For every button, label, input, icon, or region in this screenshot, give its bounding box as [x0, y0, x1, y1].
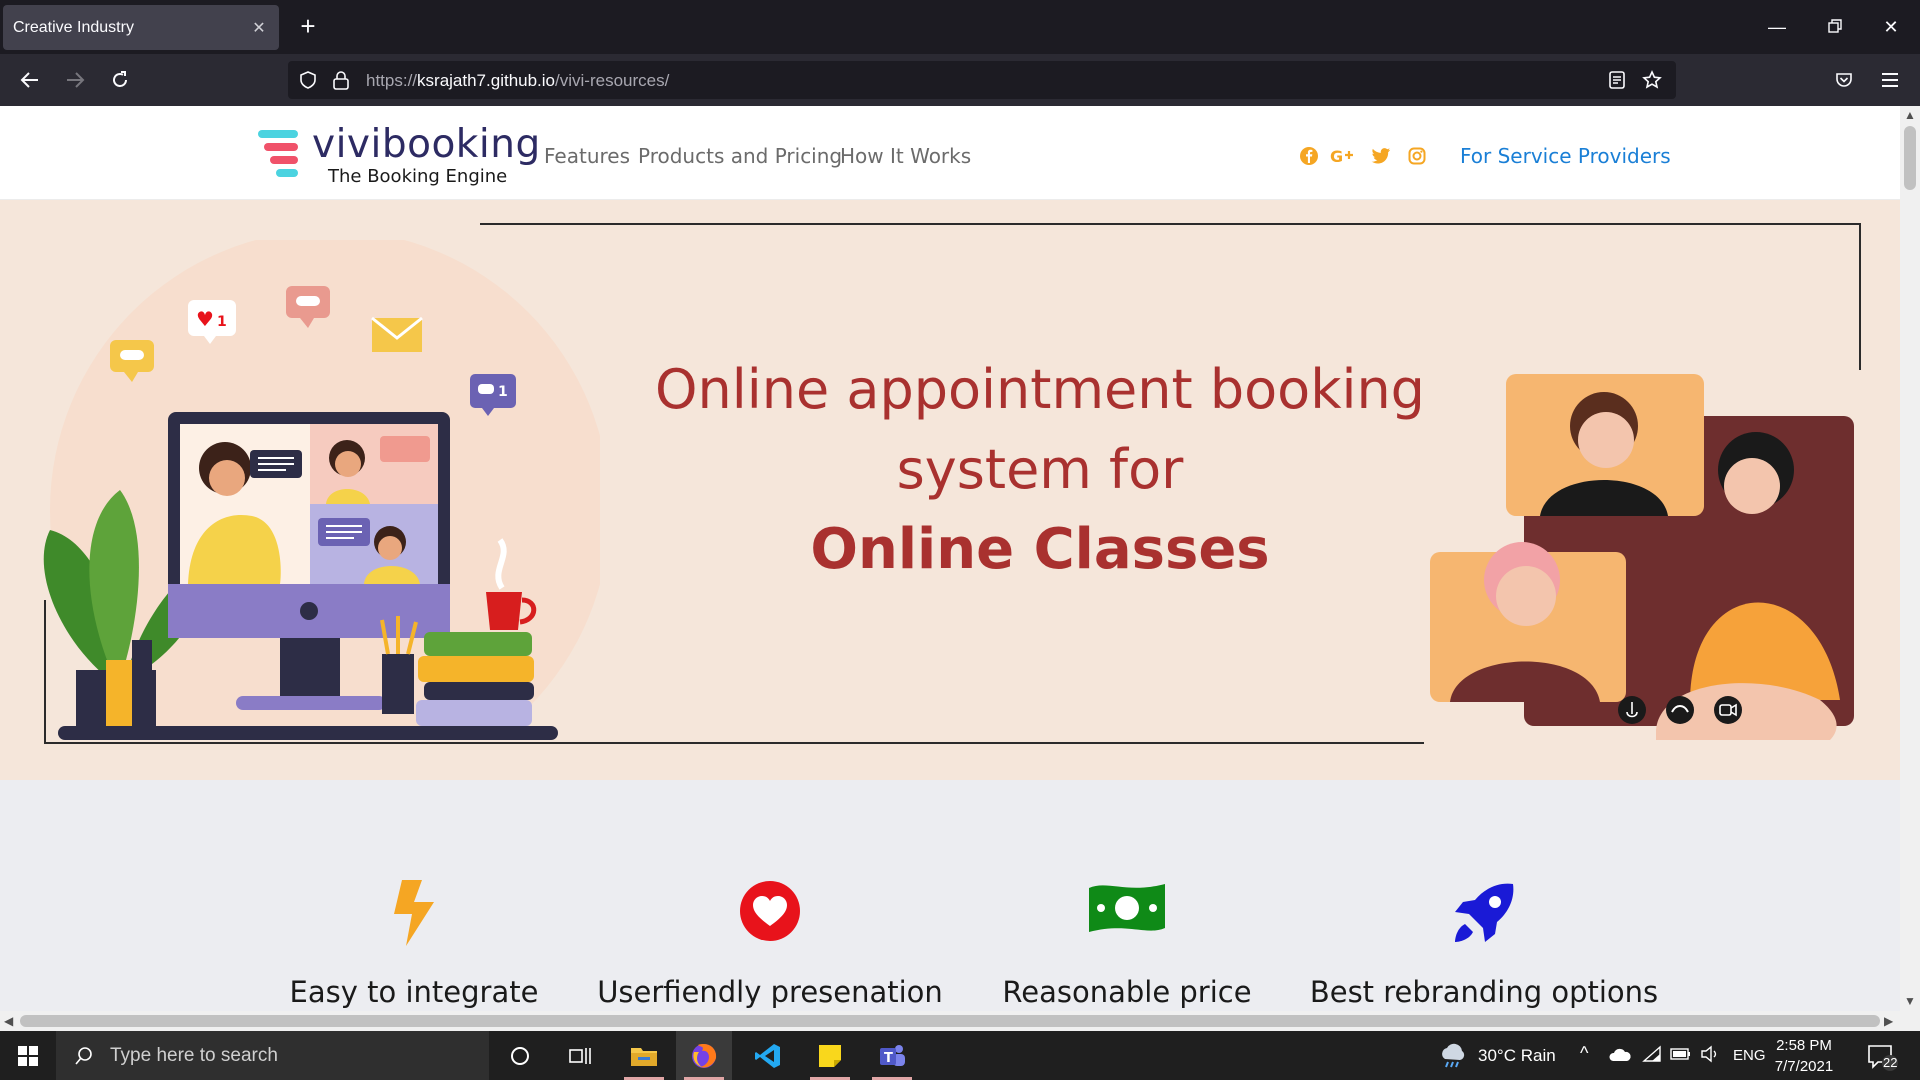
logo-stripes-icon: [258, 130, 298, 177]
scroll-corner: [1900, 1011, 1920, 1031]
hero-line-2: system for: [896, 438, 1184, 501]
clock-date: 7/7/2021: [1774, 1058, 1834, 1075]
start-button[interactable]: [0, 1031, 56, 1080]
volume-icon[interactable]: [1700, 1045, 1720, 1068]
weather-icon[interactable]: [1438, 1043, 1466, 1074]
heart-icon: [739, 880, 801, 947]
page-viewport: vivibooking The Booking Engine Features …: [0, 106, 1920, 1031]
vscode-icon[interactable]: [740, 1031, 796, 1080]
windows-logo-icon: [18, 1045, 38, 1066]
hero-line-1: Online appointment booking: [655, 358, 1425, 421]
browser-toolbar: https://ksrajath7.github.io/vivi-resourc…: [0, 54, 1920, 106]
video-call-illustration: [1430, 374, 1854, 740]
back-button[interactable]: [12, 62, 48, 98]
svg-text:1: 1: [217, 314, 227, 330]
url-scheme: https://: [366, 71, 418, 90]
feature-rebranding: Best rebranding options: [1309, 975, 1659, 1009]
brand-name: vivibooking: [312, 122, 541, 167]
url-path: /vivi-resources/: [555, 71, 670, 90]
minimize-button[interactable]: —: [1752, 8, 1802, 46]
vertical-scrollbar[interactable]: ▲ ▼: [1900, 106, 1920, 1011]
hero-line-3: Online Classes: [810, 517, 1270, 582]
svg-text:1: 1: [498, 384, 508, 400]
scroll-down-icon[interactable]: ▼: [1904, 994, 1916, 1008]
tab-close-icon[interactable]: ✕: [249, 18, 269, 38]
sticky-notes-icon[interactable]: [802, 1031, 858, 1080]
instagram-icon[interactable]: [1404, 143, 1430, 169]
task-view-icon[interactable]: [552, 1031, 608, 1080]
pocket-icon[interactable]: [1826, 62, 1862, 98]
menu-icon[interactable]: [1872, 62, 1908, 98]
reader-view-icon[interactable]: [1608, 70, 1626, 95]
feature-userfriendly: Userfiendly presenation: [597, 975, 943, 1009]
brand-tagline: The Booking Engine: [328, 166, 508, 187]
shield-icon[interactable]: [298, 70, 318, 95]
wifi-icon[interactable]: [1642, 1045, 1662, 1068]
show-hidden-icons[interactable]: ^: [1580, 1043, 1588, 1064]
menu-item-products-pricing[interactable]: Products and Pricing: [638, 144, 842, 168]
notification-count: 22: [1883, 1055, 1898, 1070]
file-explorer-icon[interactable]: [616, 1031, 672, 1080]
scroll-right-icon[interactable]: ▶: [1884, 1014, 1893, 1028]
vertical-scroll-thumb[interactable]: [1904, 126, 1916, 190]
service-providers-link[interactable]: For Service Providers: [1460, 144, 1671, 168]
search-icon: [75, 1046, 92, 1065]
menu-item-how-it-works[interactable]: How It Works: [840, 144, 971, 168]
scroll-left-icon[interactable]: ◀: [4, 1014, 13, 1028]
browser-tab[interactable]: Creative Industry ✕: [3, 5, 279, 50]
facebook-icon[interactable]: [1296, 143, 1322, 169]
feature-reasonable-price: Reasonable price: [1002, 975, 1252, 1009]
windows-taskbar: Type here to search T 30°C Rain ^ ENG 2:…: [0, 1031, 1920, 1080]
firefox-icon[interactable]: [676, 1031, 732, 1080]
battery-icon[interactable]: [1670, 1047, 1692, 1066]
tab-title: Creative Industry: [13, 18, 134, 36]
search-placeholder: Type here to search: [110, 1044, 278, 1066]
online-class-illustration: ♥ 1 1: [43, 240, 600, 740]
svg-text:G: G: [1330, 147, 1343, 166]
rocket-icon: [1451, 880, 1517, 951]
clock-time: 2:58 PM: [1776, 1037, 1832, 1054]
hero-frame-line: [1859, 223, 1861, 370]
weather-text[interactable]: 30°C Rain: [1478, 1046, 1556, 1066]
hangup-icon: [1666, 696, 1694, 724]
feature-easy-integrate: Easy to integrate: [289, 975, 539, 1009]
scroll-up-icon[interactable]: ▲: [1904, 108, 1916, 122]
new-tab-button[interactable]: +: [292, 10, 324, 44]
camera-icon: [1714, 696, 1742, 724]
url-host: ksrajath7.github.io: [417, 71, 556, 90]
browser-tab-bar: Creative Industry ✕ + — ✕: [0, 0, 1920, 54]
restore-button[interactable]: [1810, 8, 1860, 46]
horizontal-scrollbar[interactable]: ◀ ▶: [0, 1011, 1900, 1031]
hero-frame-line: [44, 742, 1424, 744]
hero-section: ♥ 1 1 Online appointment booking system …: [0, 200, 1900, 780]
site-header: vivibooking The Booking Engine Features …: [0, 106, 1900, 200]
envelope-icon: [371, 316, 423, 352]
forward-button[interactable]: [57, 62, 93, 98]
cortana-icon[interactable]: [492, 1031, 548, 1080]
features-section: Easy to integrate Userfiendly presenatio…: [0, 780, 1900, 1031]
url-text[interactable]: https://ksrajath7.github.io/vivi-resourc…: [366, 71, 669, 91]
hero-headline: Online appointment booking system for On…: [600, 350, 1480, 590]
taskbar-search-box[interactable]: Type here to search: [56, 1031, 489, 1080]
money-icon: [1087, 880, 1167, 941]
hero-frame-line: [480, 223, 1861, 225]
teams-icon[interactable]: T: [864, 1031, 920, 1080]
reload-button[interactable]: [102, 62, 138, 98]
language-indicator[interactable]: ENG: [1733, 1047, 1766, 1064]
twitter-icon[interactable]: [1368, 143, 1394, 169]
bolt-icon: [392, 880, 436, 951]
google-plus-icon[interactable]: G: [1330, 143, 1356, 169]
taskbar-clock[interactable]: 2:58 PM 7/7/2021: [1768, 1035, 1840, 1077]
close-window-button[interactable]: ✕: [1866, 8, 1916, 46]
brand-logo[interactable]: vivibooking The Booking Engine: [258, 122, 540, 188]
address-bar[interactable]: https://ksrajath7.github.io/vivi-resourc…: [288, 61, 1676, 99]
menu-item-features[interactable]: Features: [544, 144, 630, 168]
bookmark-star-icon[interactable]: [1642, 70, 1662, 95]
lock-icon[interactable]: [332, 70, 350, 95]
onedrive-icon[interactable]: [1608, 1045, 1632, 1070]
svg-text:♥: ♥: [196, 307, 214, 331]
horizontal-scroll-thumb[interactable]: [20, 1015, 1880, 1027]
svg-text:T: T: [884, 1051, 893, 1066]
